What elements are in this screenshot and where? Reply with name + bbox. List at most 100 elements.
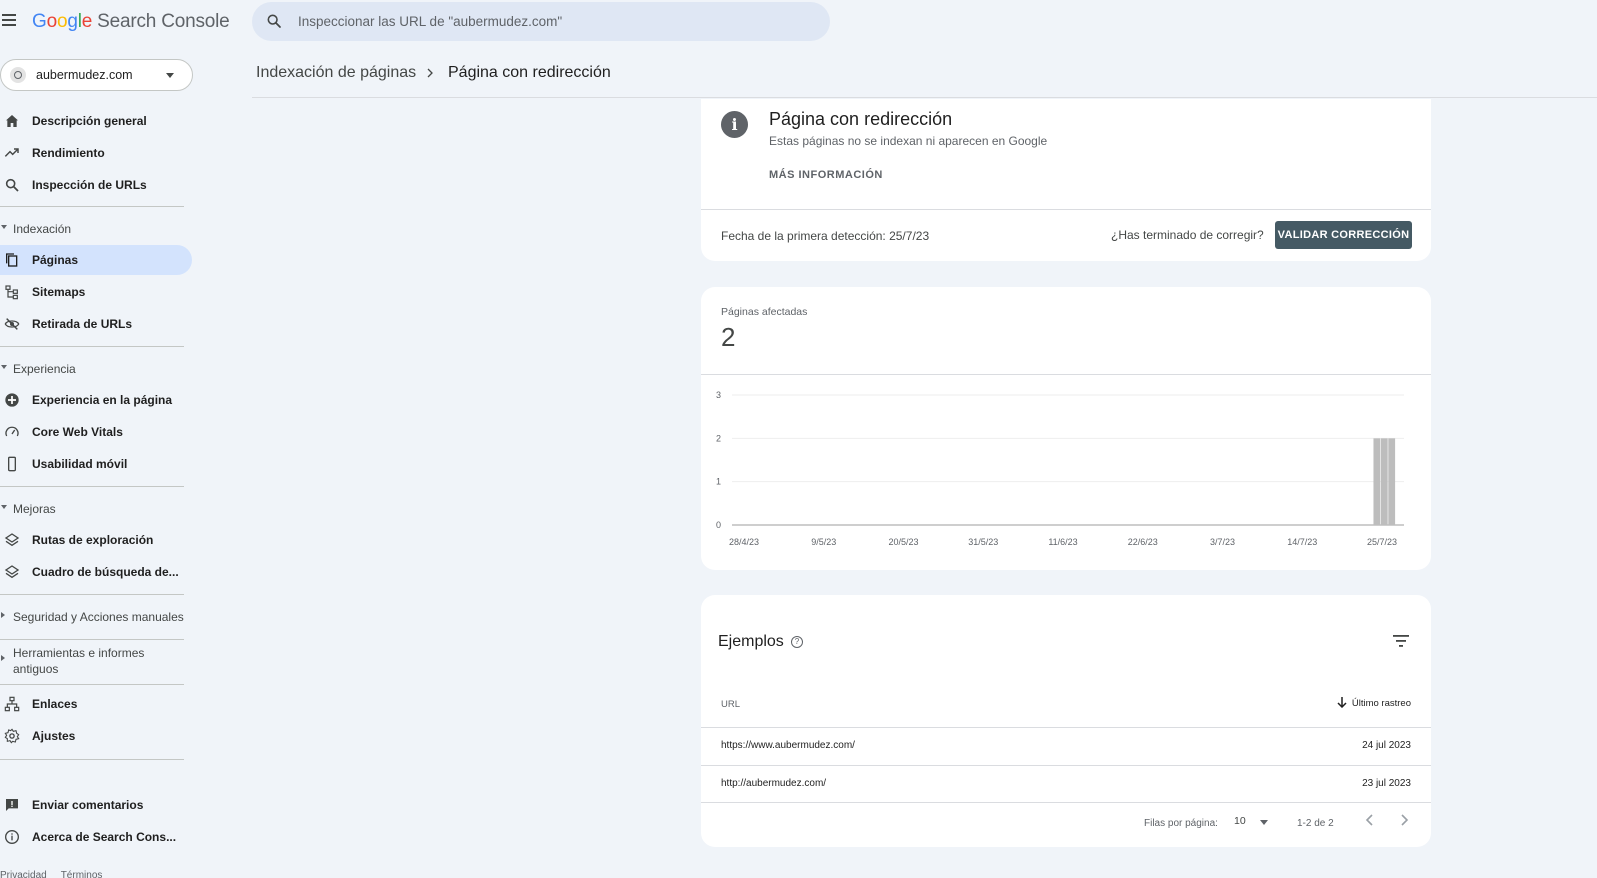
- layers-icon: [4, 565, 20, 579]
- chart-x-tick-label: 28/4/23: [729, 537, 759, 547]
- logo-letter: o: [46, 11, 58, 32]
- plus-circle-icon: [5, 393, 19, 407]
- search-input[interactable]: [298, 10, 798, 32]
- section-label: Seguridad y Acciones manuales: [13, 610, 184, 624]
- logo-letter: e: [81, 11, 93, 32]
- sitemap-icon: [5, 285, 18, 300]
- filter-icon[interactable]: [1393, 634, 1409, 648]
- sidebar-item-url-inspection[interactable]: Inspección de URLs: [0, 170, 192, 200]
- expand-arrow-icon: [1, 612, 5, 618]
- chart-y-tick-label: 1: [716, 477, 721, 487]
- sidebar-item-sitemaps[interactable]: Sitemaps: [0, 277, 192, 307]
- collapse-arrow-icon: [1, 365, 7, 369]
- sidebar-item-breadcrumbs[interactable]: Rutas de exploración: [0, 525, 192, 555]
- sidebar-item-overview[interactable]: Descripción general: [0, 106, 192, 136]
- sidebar-item-performance[interactable]: Rendimiento: [0, 138, 192, 168]
- sidebar-item-removals[interactable]: Retirada de URLs: [0, 309, 192, 339]
- property-selector[interactable]: aubermudez.com: [0, 59, 193, 91]
- sidebar-divider: [0, 594, 184, 595]
- examples-card: Ejemplos ? URL Último rastreo https://ww…: [701, 595, 1431, 847]
- sidebar-item-label: Usabilidad móvil: [32, 457, 128, 471]
- sidebar-divider: [0, 759, 184, 760]
- chart-x-tick-label: 9/5/23: [811, 537, 836, 547]
- first-detection-date: Fecha de la primera detección: 25/7/23: [721, 229, 930, 243]
- table-row[interactable]: http://aubermudez.com/ 23 jul 2023: [701, 766, 1431, 803]
- rows-per-page-label: Filas por página:: [1144, 818, 1218, 829]
- collapse-arrow-icon: [1, 225, 7, 229]
- sidebar-item-label: Rendimiento: [32, 146, 105, 160]
- sidebar-item-sitelinks-searchbox[interactable]: Cuadro de búsqueda de...: [0, 557, 192, 587]
- sidebar-item-label: Enviar comentarios: [32, 798, 144, 812]
- breadcrumb-parent[interactable]: Indexación de páginas: [256, 64, 416, 82]
- privacy-link[interactable]: Privacidad: [0, 870, 47, 878]
- eye-off-icon: [4, 318, 20, 330]
- help-icon[interactable]: ?: [791, 636, 803, 648]
- pagination-range: 1-2 de 2: [1297, 818, 1334, 829]
- layers-icon: [4, 533, 20, 547]
- chart-x-tick-label: 25/7/23: [1367, 537, 1397, 547]
- chart-y-tick-label: 3: [716, 390, 721, 400]
- affected-pages-card: Páginas afectadas 2 0 1 2 3 28/4/23 9/5/23 20/…: [701, 287, 1431, 570]
- feedback-icon: [6, 799, 18, 811]
- search-icon: [5, 178, 19, 192]
- info-icon: i: [721, 111, 748, 138]
- row-date: 23 jul 2023: [1362, 778, 1411, 789]
- chevron-right-icon: [427, 68, 433, 78]
- examples-title: Ejemplos: [718, 633, 784, 650]
- sidebar-item-label: Ajustes: [32, 729, 76, 743]
- sidebar-item-core-web-vitals[interactable]: Core Web Vitals: [0, 417, 192, 447]
- sidebar-divider: [0, 639, 184, 640]
- table-row[interactable]: https://www.aubermudez.com/ 24 jul 2023: [701, 728, 1431, 765]
- url-inspect-search[interactable]: [252, 2, 830, 41]
- sidebar-item-label: Cuadro de búsqueda de...: [32, 565, 179, 579]
- sidebar-item-settings[interactable]: Ajustes: [0, 721, 192, 751]
- row-divider: [701, 802, 1431, 803]
- chart-bar: [1380, 438, 1388, 525]
- section-label: Mejoras: [13, 502, 56, 516]
- validate-fix-button[interactable]: VALIDAR CORRECCIÓN: [1275, 221, 1412, 249]
- sidebar-item-pages[interactable]: Páginas: [0, 245, 192, 275]
- column-header-last-crawl[interactable]: Último rastreo: [1337, 697, 1411, 709]
- sidebar-item-label: Sitemaps: [32, 285, 86, 299]
- column-header-label: Último rastreo: [1351, 698, 1411, 709]
- terms-link[interactable]: Términos: [61, 870, 103, 878]
- sidebar-item-links[interactable]: Enlaces: [0, 689, 192, 719]
- home-icon: [6, 115, 18, 127]
- chevron-right-icon[interactable]: [1398, 813, 1410, 827]
- caret-down-icon: [1260, 820, 1268, 825]
- sidebar-section-legacy[interactable]: Herramientas e informes antiguos: [0, 643, 190, 679]
- sidebar-item-label: Páginas: [32, 253, 79, 267]
- chevron-left-icon[interactable]: [1364, 813, 1376, 827]
- chart-y-tick-label: 0: [716, 520, 721, 530]
- affected-pages-label: Páginas afectadas: [721, 306, 808, 318]
- chart-x-tick-label: 3/7/23: [1210, 537, 1235, 547]
- row-date: 24 jul 2023: [1362, 740, 1411, 751]
- sidebar-item-label: Acerca de Search Cons...: [32, 830, 177, 844]
- logo-letter: o: [56, 11, 68, 32]
- sidebar-item-label: Rutas de exploración: [32, 533, 154, 547]
- chart-bar: [1388, 438, 1396, 525]
- sidebar-item-page-experience[interactable]: Experiencia en la página: [0, 385, 192, 415]
- menu-icon[interactable]: [2, 14, 18, 28]
- more-info-link[interactable]: MÁS INFORMACIÓN: [769, 169, 883, 181]
- sidebar-item-feedback[interactable]: Enviar comentarios: [0, 790, 192, 820]
- sidebar-item-label: Enlaces: [32, 697, 78, 711]
- sidebar-item-label: Inspección de URLs: [32, 178, 147, 192]
- sidebar-item-mobile-usability[interactable]: Usabilidad móvil: [0, 449, 192, 479]
- sidebar: aubermudez.com Descripción general Rendi…: [0, 44, 196, 878]
- search-icon: [267, 14, 281, 28]
- issue-subtitle: Estas páginas no se indexan ni aparecen …: [769, 134, 1048, 148]
- row-url: http://aubermudez.com/: [721, 778, 827, 789]
- breadcrumb: Indexación de páginas Página con redirec…: [252, 44, 1597, 98]
- rows-per-page-value: 10: [1234, 815, 1246, 827]
- footer-links: Privacidad Términos: [0, 870, 116, 878]
- logo-letter: g: [67, 11, 78, 32]
- sidebar-item-label: Descripción general: [32, 114, 147, 128]
- sidebar-divider: [0, 346, 184, 347]
- rows-per-page-select[interactable]: 10: [1234, 815, 1274, 833]
- affected-pages-count: 2: [721, 322, 736, 352]
- chart-bar: [1373, 438, 1381, 525]
- issue-title: Página con redirección: [769, 109, 953, 129]
- app-logo[interactable]: Google Search Console: [32, 11, 230, 33]
- sidebar-item-about[interactable]: Acerca de Search Cons...: [0, 822, 192, 852]
